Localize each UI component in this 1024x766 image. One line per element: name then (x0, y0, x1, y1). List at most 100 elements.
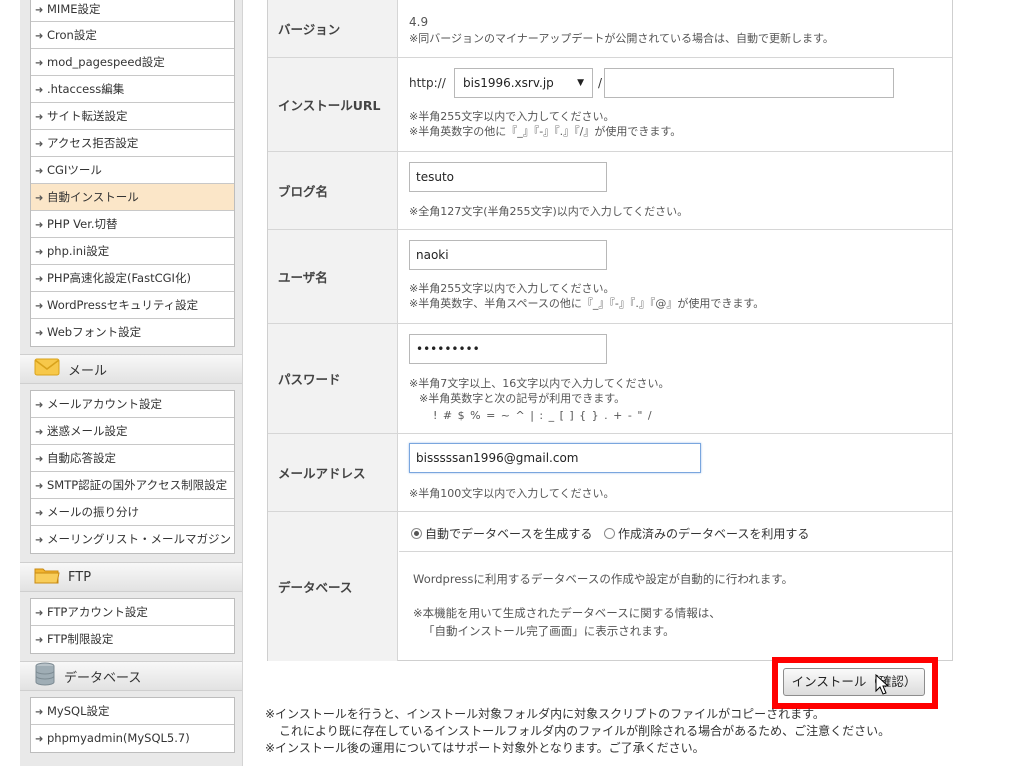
sidebar-item-cgi-tools[interactable]: ➜ CGIツール (31, 157, 234, 184)
username-input[interactable] (409, 240, 607, 270)
sidebar-item-label: PHP高速化設定(FastCGI化) (47, 271, 191, 285)
blog-name-label: ブログ名 (268, 152, 398, 229)
radio-existing-db[interactable]: 作成済みのデータベースを利用する (604, 525, 809, 542)
database-cell: 自動でデータベースを生成する 作成済みのデータベースを利用する Wordpres… (399, 512, 952, 661)
database-menu: ➜ MySQL設定 ➜ phpmyadmin(MySQL5.7) (30, 697, 235, 753)
mail-category-header: メール (20, 354, 242, 384)
sidebar-item-phpmyadmin[interactable]: ➜ phpmyadmin(MySQL5.7) (31, 725, 234, 752)
arrow-icon: ➜ (35, 608, 44, 619)
domain-select[interactable]: bis1996.xsrv.jp ▼ (454, 68, 593, 98)
password-symbols: ! # $ % = ~ ^ | : _ [ ] { } . + - " / (433, 409, 653, 422)
sidebar-item-label: FTPアカウント設定 (47, 605, 148, 619)
ftp-header-label: FTP (68, 569, 92, 585)
sidebar-item-mailing-list[interactable]: ➜ メーリングリスト・メールマガジン (31, 526, 234, 553)
sidebar-item-label: メーリングリスト・メールマガジン (47, 532, 231, 546)
install-url-note-2: ※半角英数字の他に『_』『-』『.』『/』が使用できます。 (409, 125, 682, 138)
version-row: バージョン 4.9 ※同バージョンのマイナーアップデートが公開されている場合は、… (268, 0, 952, 58)
sidebar-item-label: メールの振り分け (47, 505, 139, 519)
username-row: ユーザ名 ※半角255文字以内で入力してください。 ※半角英数字、半角スペースの… (268, 230, 952, 324)
install-path-input[interactable] (604, 68, 894, 98)
footer-notes: ※インストールを行うと、インストール対象フォルダ内に対象スクリプトのファイルがコ… (265, 706, 890, 757)
sidebar-item-pagespeed[interactable]: ➜ mod_pagespeed設定 (31, 49, 234, 76)
sidebar-item-label: PHP Ver.切替 (47, 217, 118, 231)
radio-auto-db-label: 自動でデータベースを生成する (425, 527, 593, 541)
sidebar-item-cron[interactable]: ➜ Cron設定 (31, 22, 234, 49)
arrow-icon: ➜ (35, 193, 44, 204)
sidebar-item-spam[interactable]: ➜ 迷惑メール設定 (31, 418, 234, 445)
sidebar-item-label: .htaccess編集 (47, 82, 125, 96)
database-desc-2: ※本機能を用いて生成されたデータベースに関する情報は、 (413, 606, 721, 620)
domain-select-value: bis1996.xsrv.jp (463, 76, 554, 90)
arrow-icon: ➜ (35, 301, 44, 312)
username-note-2: ※半角英数字、半角スペースの他に『_』『-』『.』『@』が使用できます。 (409, 297, 765, 310)
email-note: ※半角100文字以内で入力してください。 (409, 487, 615, 500)
arrow-icon: ➜ (35, 139, 44, 150)
password-input[interactable] (409, 334, 607, 364)
blog-name-input[interactable] (409, 162, 607, 192)
version-value: 4.9 (409, 15, 429, 29)
url-separator: / (598, 76, 603, 90)
email-label: メールアドレス (268, 434, 398, 511)
sidebar-item-ftp-account[interactable]: ➜ FTPアカウント設定 (31, 599, 234, 626)
arrow-icon: ➜ (35, 31, 44, 42)
sidebar-item-php-ini[interactable]: ➜ php.ini設定 (31, 238, 234, 265)
sidebar-item-label: CGIツール (47, 163, 102, 177)
sidebar-item-label: サイト転送設定 (47, 109, 128, 123)
email-input[interactable] (409, 443, 701, 473)
sidebar-item-label: メールアカウント設定 (47, 397, 162, 411)
sidebar-item-mysql[interactable]: ➜ MySQL設定 (31, 698, 234, 725)
database-label: データベース (268, 512, 398, 661)
sidebar-item-site-redirect[interactable]: ➜ サイト転送設定 (31, 103, 234, 130)
database-desc-1: Wordpressに利用するデータベースの作成や設定が自動的に行われます。 (413, 572, 794, 586)
install-url-row: インストールURL http:// bis1996.xsrv.jp ▼ / ※半… (268, 58, 952, 152)
install-url-note-1: ※半角255文字以内で入力してください。 (409, 110, 615, 123)
arrow-icon: ➜ (35, 247, 44, 258)
password-cell: ※半角7文字以上、16文字以内で入力してください。 ※半角英数字と次の記号が利用… (399, 324, 952, 433)
arrow-icon: ➜ (35, 535, 44, 546)
arrow-icon: ➜ (35, 112, 44, 123)
sidebar-item-autoreply[interactable]: ➜ 自動応答設定 (31, 445, 234, 472)
arrow-icon: ➜ (35, 5, 44, 16)
arrow-icon: ➜ (35, 400, 44, 411)
database-desc-3: 「自動インストール完了画面」に表示されます。 (423, 624, 675, 638)
arrow-icon: ➜ (35, 635, 44, 646)
blog-name-cell: ※全角127文字(半角255文字)以内で入力してください。 (399, 152, 952, 229)
mail-header-label: メール (68, 363, 108, 379)
ftp-category-header: FTP (20, 562, 242, 592)
sidebar-item-auto-install[interactable]: ➜ 自動インストール (31, 184, 234, 211)
install-url-label: インストールURL (268, 58, 398, 151)
sidebar-item-wp-security[interactable]: ➜ WordPressセキュリティ設定 (31, 292, 234, 319)
envelope-icon (34, 358, 60, 380)
radio-existing-db-label: 作成済みのデータベースを利用する (618, 527, 810, 541)
sidebar-item-ftp-restrict[interactable]: ➜ FTP制限設定 (31, 626, 234, 653)
sidebar-item-php-fastcgi[interactable]: ➜ PHP高速化設定(FastCGI化) (31, 265, 234, 292)
sidebar-item-label: mod_pagespeed設定 (47, 55, 165, 69)
version-cell: 4.9 ※同バージョンのマイナーアップデートが公開されている場合は、自動で更新し… (399, 0, 952, 57)
username-cell: ※半角255文字以内で入力してください。 ※半角英数字、半角スペースの他に『_』… (399, 230, 952, 323)
sidebar-item-smtp-restrict[interactable]: ➜ SMTP認証の国外アクセス制限設定 (31, 472, 234, 499)
sidebar-item-label: php.ini設定 (47, 244, 110, 258)
radio-unchecked-icon (604, 528, 615, 539)
sidebar-item-label: 自動インストール (47, 190, 139, 204)
sidebar-item-mail-account[interactable]: ➜ メールアカウント設定 (31, 391, 234, 418)
arrow-icon: ➜ (35, 508, 44, 519)
arrow-icon: ➜ (35, 734, 44, 745)
sidebar-item-label: Cron設定 (47, 28, 97, 42)
mail-menu: ➜ メールアカウント設定 ➜ 迷惑メール設定 ➜ 自動応答設定 ➜ SMTP認証の国外ア… (30, 390, 235, 554)
password-label: パスワード (268, 324, 398, 433)
sidebar-item-label: 自動応答設定 (47, 451, 116, 465)
sidebar-item-access-deny[interactable]: ➜ アクセス拒否設定 (31, 130, 234, 157)
radio-auto-db[interactable]: 自動でデータベースを生成する (411, 525, 592, 542)
sidebar-item-php-version[interactable]: ➜ PHP Ver.切替 (31, 211, 234, 238)
sidebar-item-mime[interactable]: ➜ MIME設定 (31, 0, 234, 22)
sidebar-item-label: MySQL設定 (47, 704, 110, 718)
username-label: ユーザ名 (268, 230, 398, 323)
footer-note-2: これにより既に存在しているインストールフォルダ内のファイルが削除される場合がある… (279, 724, 891, 738)
sidebar-item-webfont[interactable]: ➜ Webフォント設定 (31, 319, 234, 346)
sidebar-item-htaccess[interactable]: ➜ .htaccess編集 (31, 76, 234, 103)
database-category-header: データベース (20, 661, 242, 691)
arrow-icon: ➜ (35, 481, 44, 492)
sidebar-item-mail-filter[interactable]: ➜ メールの振り分け (31, 499, 234, 526)
install-url-cell: http:// bis1996.xsrv.jp ▼ / ※半角255文字以内で入… (399, 58, 952, 151)
highlight-annotation (772, 657, 938, 709)
